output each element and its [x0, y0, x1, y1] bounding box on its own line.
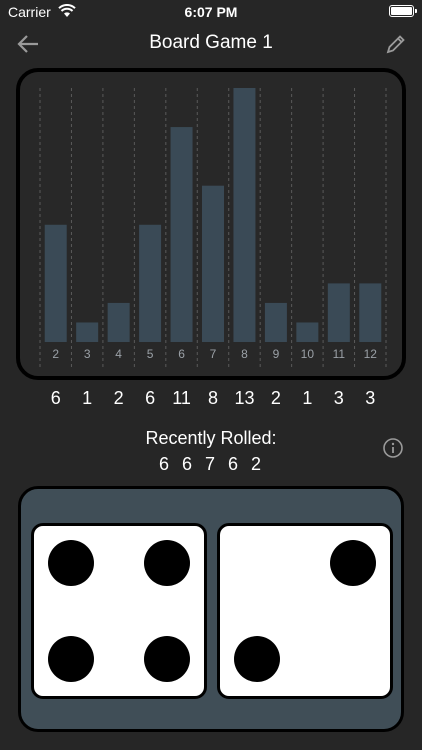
- count-7: 8: [207, 388, 218, 408]
- bar-5: [139, 224, 162, 342]
- tick-label-8: 8: [241, 347, 248, 361]
- info-button[interactable]: [382, 437, 404, 459]
- dice-tray[interactable]: [18, 486, 404, 732]
- die-pip: [48, 540, 95, 587]
- tick-label-11: 11: [333, 347, 346, 361]
- tick-label-5: 5: [147, 347, 154, 361]
- bar-2: [44, 224, 67, 342]
- tick-label-6: 6: [178, 347, 185, 361]
- bar-3: [76, 322, 99, 342]
- bar-6: [170, 127, 193, 342]
- bar-10: [296, 322, 319, 342]
- die-2[interactable]: [217, 523, 393, 699]
- bar-4: [107, 302, 130, 342]
- status-time: 6:07 PM: [184, 4, 238, 20]
- tick-label-3: 3: [84, 347, 91, 361]
- bar-11: [327, 283, 350, 342]
- pencil-icon: [386, 35, 405, 54]
- die-pip: [234, 635, 281, 682]
- roll-histogram: 2 3 4 5 6 7 8 9 10 11 12: [16, 68, 406, 380]
- count-6: 11: [172, 388, 191, 408]
- roll-counts-row: 6 1 2 6 11 8 13 2 1 3 3: [0, 386, 422, 412]
- navigation-bar: Board Game 1: [0, 26, 422, 62]
- tick-label-4: 4: [115, 347, 122, 361]
- tick-label-2: 2: [52, 347, 59, 361]
- count-12: 3: [365, 388, 376, 408]
- recent-rolls-title: Recently Rolled:: [145, 428, 277, 448]
- status-bar: Carrier 6:07 PM: [0, 0, 422, 24]
- bar-8: [233, 88, 256, 342]
- page-title: Board Game 1: [149, 32, 273, 53]
- count-9: 2: [270, 388, 281, 408]
- recent-rolls-values: 6 6 7 6 2: [158, 454, 264, 474]
- die-1[interactable]: [31, 523, 207, 699]
- die-pip: [143, 635, 190, 682]
- tick-label-7: 7: [210, 347, 217, 361]
- die-pip: [329, 540, 376, 587]
- count-11: 3: [333, 388, 344, 408]
- histogram-chart: 2 3 4 5 6 7 8 9 10 11 12: [39, 88, 387, 368]
- edit-button[interactable]: [384, 32, 408, 56]
- die-pip: [48, 635, 95, 682]
- bar-12: [359, 283, 382, 342]
- count-5: 6: [145, 388, 156, 408]
- count-3: 1: [82, 388, 93, 408]
- bar-9: [264, 302, 287, 342]
- info-icon: [383, 438, 403, 458]
- count-2: 6: [50, 388, 61, 408]
- count-4: 2: [113, 388, 124, 408]
- count-10: 1: [302, 388, 313, 408]
- die-pip: [143, 540, 190, 587]
- battery-icon: [389, 5, 417, 17]
- tick-label-9: 9: [273, 347, 280, 361]
- tick-label-12: 12: [364, 347, 378, 361]
- bar-7: [202, 185, 224, 342]
- tick-label-10: 10: [301, 347, 315, 361]
- count-8: 13: [234, 388, 255, 408]
